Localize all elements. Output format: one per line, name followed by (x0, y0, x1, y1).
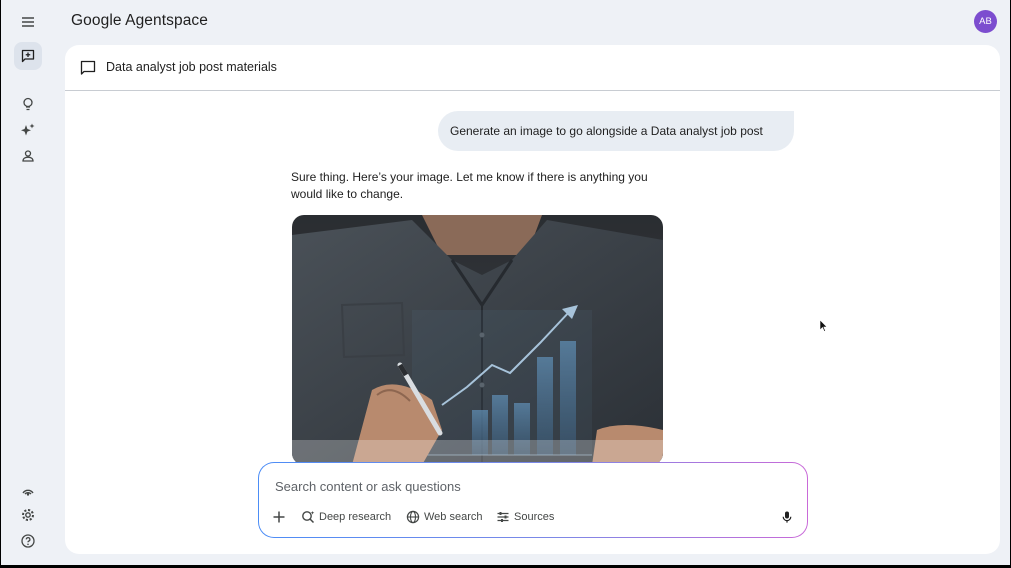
app-title: Google Agentspace (71, 12, 208, 29)
menu-icon[interactable] (14, 8, 42, 36)
avatar[interactable]: AB (974, 10, 997, 33)
chat-icon (80, 60, 96, 75)
sparkle-icon[interactable] (14, 116, 42, 144)
microphone-button[interactable] (780, 507, 794, 527)
conversation-header: Data analyst job post materials (65, 45, 1000, 91)
conversation-title: Data analyst job post materials (106, 60, 277, 74)
deep-research-button[interactable]: Deep research (301, 507, 391, 527)
user-message: Generate an image to go alongside a Data… (438, 111, 794, 151)
podcast-icon[interactable] (14, 476, 42, 504)
search-input[interactable] (275, 477, 755, 495)
lightbulb-icon[interactable] (14, 90, 42, 118)
deep-research-icon (302, 511, 315, 524)
globe-icon (406, 510, 420, 524)
sources-button[interactable]: Sources (496, 507, 554, 527)
mouse-cursor-icon (820, 320, 828, 332)
left-rail (1, 0, 53, 565)
settings-icon[interactable] (14, 501, 42, 529)
help-icon[interactable] (14, 527, 42, 555)
web-search-button[interactable]: Web search (406, 507, 483, 527)
plus-icon (273, 511, 285, 523)
person-icon[interactable] (14, 142, 42, 170)
new-chat-icon[interactable] (14, 42, 42, 70)
deep-research-label: Deep research (319, 511, 392, 523)
sliders-icon (497, 512, 509, 522)
microphone-icon (782, 511, 792, 523)
web-search-label: Web search (424, 511, 483, 523)
prompt-composer: Deep research Web search Sources (258, 462, 808, 538)
assistant-reply: Sure thing. Here’s your image. Let me kn… (291, 170, 648, 201)
add-button[interactable] (272, 507, 286, 527)
sources-label: Sources (514, 511, 555, 523)
generated-image[interactable] (292, 215, 663, 465)
